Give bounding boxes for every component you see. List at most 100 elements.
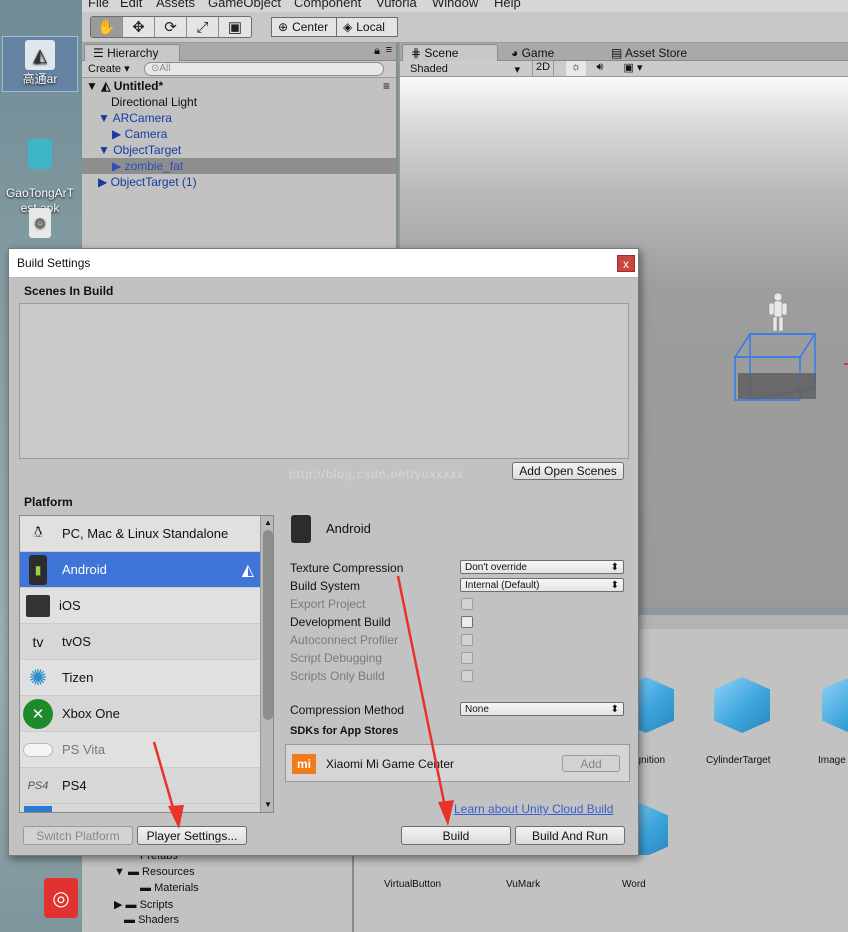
hierarchy-row[interactable]: ▼ ARCamera	[82, 110, 396, 126]
scale-tool-icon[interactable]: ⤢	[187, 17, 219, 37]
scrollbar-thumb[interactable]	[263, 530, 273, 720]
platform-label: Xbox One	[62, 706, 120, 721]
tab-asset-store[interactable]: ▤ Asset Store	[602, 44, 712, 61]
create-dropdown[interactable]: Create ▾	[88, 62, 130, 75]
folder-row[interactable]: ▬ Shaders	[124, 914, 179, 926]
tab-game[interactable]: ◕ Game	[502, 44, 592, 61]
tvos-icon: tv	[32, 633, 44, 650]
sdk-add-button[interactable]: Add	[562, 755, 620, 772]
platform-item-ps4[interactable]: PS4 PS4	[20, 768, 260, 804]
desktop-icon-apk[interactable]: GaoTongArT est.apk	[2, 124, 78, 215]
move-tool-icon[interactable]: ✥	[123, 17, 155, 37]
tizen-icon: ✺	[28, 664, 48, 690]
transform-tools: ✋ ✥ ⟳ ⤢ ▣	[90, 16, 252, 38]
rotate-tool-icon[interactable]: ⟳	[155, 17, 187, 37]
platform-item-xbox[interactable]: ✕ Xbox One	[20, 696, 260, 732]
unity-current-platform-icon: ◭	[241, 561, 254, 579]
menu-vuforia[interactable]: Vuforia	[376, 0, 417, 10]
row-label: Camera	[124, 127, 168, 141]
folder-label: Scripts	[139, 899, 174, 911]
platform-item-android[interactable]: ▮ Android ◭	[20, 552, 260, 588]
folder-row[interactable]: ▶ ▬ Scripts	[114, 898, 173, 911]
standalone-icon: 🐧︎	[33, 524, 43, 541]
script-debugging-checkbox[interactable]	[461, 652, 473, 664]
script-debugging-label: Script Debugging	[290, 651, 383, 665]
watermark-text: http://blog.csdn.net/yuxxxxx	[289, 467, 465, 481]
menu-edit[interactable]: Edit	[120, 0, 142, 10]
export-project-label: Export Project	[290, 597, 366, 611]
folder-row[interactable]: ▼ ▬ Resources	[114, 866, 195, 878]
shading-dropdown[interactable]: Shaded ▾	[406, 62, 524, 76]
platform-label: Tizen	[62, 670, 94, 685]
scene-lighting-icon[interactable]: ☼	[566, 61, 586, 76]
platform-item-psvita[interactable]: PS Vita	[20, 732, 260, 768]
asset-cube-icon[interactable]	[822, 677, 848, 733]
menu-help[interactable]: Help	[494, 0, 521, 10]
build-button[interactable]: Build	[401, 826, 511, 845]
hierarchy-row[interactable]: Directional Light	[82, 94, 396, 110]
menu-assets[interactable]: Assets	[156, 0, 195, 10]
hierarchy-subbar: Create ▾ ⊙All	[82, 61, 396, 78]
scroll-up-icon[interactable]: ▲	[264, 518, 272, 527]
pivot-center-button[interactable]: ⊕ Center	[271, 17, 337, 37]
scroll-down-icon[interactable]: ▼	[264, 800, 272, 809]
export-project-checkbox[interactable]	[461, 598, 473, 610]
mode-2d-button[interactable]: 2D	[532, 61, 554, 76]
hierarchy-search-input[interactable]: ⊙All	[144, 62, 384, 76]
collapsed-arrow-icon: ▶	[114, 899, 126, 911]
autoconnect-profiler-checkbox[interactable]	[461, 634, 473, 646]
player-settings-label: Player Settings...	[146, 828, 238, 843]
desktop-icon-settings-file[interactable]: ⚙	[2, 208, 78, 244]
scenes-in-build-list[interactable]	[19, 303, 629, 459]
tab-asset-store-label: Asset Store	[625, 46, 688, 60]
platform-item-tizen[interactable]: ✺ Tizen	[20, 660, 260, 696]
hierarchy-row[interactable]: ▼ ObjectTarget	[82, 142, 396, 158]
rect-tool-icon[interactable]: ▣	[219, 17, 251, 37]
platform-item-tvos[interactable]: tv tvOS	[20, 624, 260, 660]
menu-gameobject[interactable]: GameObject	[208, 0, 281, 10]
player-settings-button[interactable]: Player Settings...	[137, 826, 247, 845]
scene-row[interactable]: ▼ ◭ Untitled* ≡	[82, 78, 396, 94]
hierarchy-panel: ☰ Hierarchy 🔒︎ ≡ Create ▾ ⊙All ▼ ◭ Untit…	[82, 43, 398, 248]
next-platform-icon	[24, 806, 52, 812]
hierarchy-row-selected[interactable]: ▶ zombie_fat	[82, 158, 396, 174]
tab-scene[interactable]: ⋕ Scene	[402, 44, 498, 61]
xbox-icon: ✕	[23, 698, 53, 729]
development-build-label: Development Build	[290, 615, 391, 629]
folder-label: Shaders	[138, 914, 180, 926]
scene-toolbar: Shaded ▾ 2D ☼ 🔊︎ ▣ ▾	[400, 61, 848, 77]
development-build-checkbox[interactable]	[461, 616, 473, 628]
compression-method-dropdown[interactable]: None ⬍	[460, 702, 624, 716]
panel-menu-icon[interactable]: ≡	[386, 44, 392, 56]
hand-tool-icon[interactable]: ✋	[91, 17, 123, 37]
desktop-icon-unity[interactable]: ◭ 高通ar	[2, 36, 78, 92]
add-open-scenes-button[interactable]: Add Open Scenes	[512, 462, 624, 480]
project-assets-bottom: VirtualButton VuMark Word	[354, 855, 848, 932]
platform-list-scrollbar[interactable]: ▲ ▼	[260, 516, 273, 812]
menu-component[interactable]: Component	[294, 0, 361, 10]
netease-music-icon[interactable]: ◎	[44, 878, 78, 918]
build-system-dropdown[interactable]: Internal (Default) ⬍	[460, 578, 624, 592]
scene-effects-icon[interactable]: ▣ ▾	[618, 61, 648, 76]
hierarchy-row[interactable]: ▶ Camera	[82, 126, 396, 142]
scripts-only-build-checkbox[interactable]	[461, 670, 473, 682]
hierarchy-row[interactable]: ▶ ObjectTarget (1)	[82, 174, 396, 190]
build-and-run-button[interactable]: Build And Run	[515, 826, 625, 845]
platform-item-ios[interactable]: iOS	[20, 588, 260, 624]
texture-compression-dropdown[interactable]: Don't override ⬍	[460, 560, 624, 574]
cloud-build-link[interactable]: Learn about Unity Cloud Build	[454, 802, 613, 816]
menu-window[interactable]: Window	[432, 0, 478, 10]
tab-hierarchy[interactable]: ☰ Hierarchy	[84, 44, 180, 61]
folder-row[interactable]: ▬ Materials	[140, 882, 199, 894]
lock-icon[interactable]: 🔒︎	[374, 45, 380, 58]
platform-item-standalone[interactable]: 🐧︎ PC, Mac & Linux Standalone	[20, 516, 260, 552]
build-system-label: Build System	[290, 579, 361, 593]
scene-audio-icon[interactable]: 🔊︎	[590, 61, 610, 76]
close-button[interactable]: x	[617, 255, 635, 272]
search-placeholder: All	[159, 63, 171, 74]
switch-platform-button[interactable]: Switch Platform	[23, 826, 133, 845]
menu-file[interactable]: File	[88, 0, 109, 10]
scene-menu-icon[interactable]: ≡	[383, 78, 390, 94]
asset-cube-icon[interactable]	[714, 677, 770, 733]
pivot-local-button[interactable]: ◈ Local	[336, 17, 398, 37]
